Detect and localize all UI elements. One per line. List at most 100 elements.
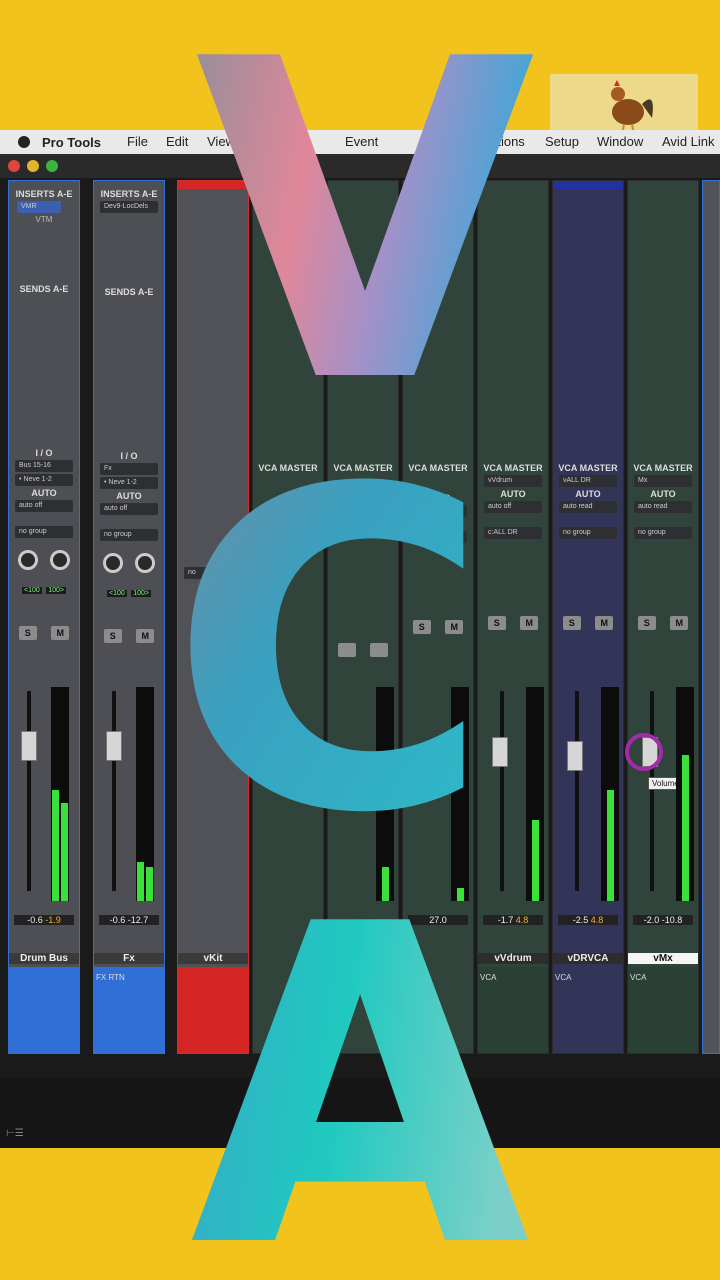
pan-knob-right[interactable]	[50, 550, 71, 570]
solo-button[interactable]: S	[487, 616, 506, 630]
channel-strip-vca-3: VCA MASTER AUTO auto off c:ALL DR S M 27…	[402, 180, 474, 1054]
channel-strip-fx: INSERTS A-E Dev9-LocDels SENDS A-E I / O…	[93, 180, 165, 1054]
menu-app-name[interactable]: Pro Tools	[42, 135, 101, 150]
level-meter	[676, 687, 694, 901]
track-name[interactable]: Fx	[94, 953, 164, 964]
menu-view[interactable]: View	[207, 134, 235, 149]
mute-button[interactable]: M	[51, 626, 70, 640]
group-selector[interactable]: no group	[100, 529, 158, 541]
track-name[interactable]: vVdrum	[478, 953, 548, 964]
mute-button[interactable]: M	[595, 616, 614, 630]
track-name[interactable]: vKit	[178, 953, 248, 964]
pan-knob-left[interactable]	[17, 550, 38, 570]
menu-options[interactable]: Options	[480, 134, 525, 149]
mute-button[interactable]: M	[136, 629, 155, 643]
insert-slot-1[interactable]: Dev9-LocDels	[100, 201, 158, 213]
channel-strip-vmx: VCA MASTER Mx AUTO auto read no group S …	[625, 180, 699, 1054]
menu-edit[interactable]: Edit	[166, 134, 188, 149]
insert-slot-1[interactable]: VMR	[17, 201, 61, 213]
inserts-header: INSERTS A-E	[15, 189, 73, 199]
input-monitor-button[interactable]	[370, 643, 389, 657]
pan-right-value: 100>	[131, 590, 151, 597]
track-name[interactable]: vDRVCA	[553, 953, 623, 964]
menu-bar: Pro Tools File Edit View Event Options S…	[0, 130, 720, 154]
apple-icon[interactable]	[18, 136, 30, 148]
level-meter	[451, 687, 469, 901]
volume-readout[interactable]: -2.0 -10.8	[633, 915, 693, 925]
group-selector[interactable]: no group	[559, 527, 617, 539]
channel-strip-partial	[702, 180, 720, 1054]
automation-mode[interactable]: auto off	[100, 503, 158, 515]
meter-left	[532, 819, 539, 901]
group-selector[interactable]: no	[184, 567, 208, 579]
solo-button[interactable]: S	[412, 620, 431, 634]
track-comment: VCA	[555, 973, 572, 982]
group-selector[interactable]: no group	[634, 527, 692, 539]
volume-fader[interactable]	[492, 737, 508, 767]
auto-label: AUTO	[31, 488, 57, 498]
vca-header: VCA MASTER	[633, 463, 693, 473]
group-selector[interactable]: no group	[15, 526, 73, 538]
vca-header: VCA MASTER	[558, 463, 618, 473]
input-selector[interactable]: Bus 15-16	[15, 460, 73, 472]
volume-readout[interactable]: -0.6 -1.9	[14, 915, 74, 925]
record-button[interactable]	[337, 643, 356, 657]
meter-left	[137, 862, 144, 901]
track-comment: VCA	[480, 973, 497, 982]
menu-setup[interactable]: Setup	[545, 134, 579, 149]
track-name-selected[interactable]: vMx	[628, 953, 698, 964]
volume-fader[interactable]	[21, 731, 37, 761]
input-selector[interactable]: vVdrum	[484, 475, 542, 487]
automation-mode[interactable]: auto off	[484, 501, 542, 513]
pan-right-value: 100>	[46, 587, 66, 594]
mute-button[interactable]: M	[520, 616, 539, 630]
solo-button[interactable]: S	[18, 626, 37, 640]
menu-file[interactable]: File	[127, 134, 148, 149]
volume-readout[interactable]: 27.0	[408, 915, 468, 925]
pan-knob-right[interactable]	[135, 553, 156, 573]
track-name[interactable]: Drum Bus	[9, 953, 79, 964]
mute-button[interactable]: M	[445, 620, 464, 634]
channel-strip-vkit: no vKit	[177, 180, 249, 1054]
mix-window: INSERTS A-E VMR VTM SENDS A-E I / O Bus …	[0, 178, 720, 1078]
volume-readout[interactable]: -2.5 4.8	[558, 915, 618, 925]
auto-label: AUTO	[575, 489, 601, 499]
channel-strip-vca-1: VCA MASTER	[252, 180, 324, 1054]
track-color-block: FX RTN	[94, 967, 164, 1053]
insert-slot-2[interactable]: VTM	[9, 215, 79, 224]
vca-selector[interactable]: c:ALL DR	[484, 527, 542, 539]
input-selector[interactable]: vALL DR	[559, 475, 617, 487]
automation-mode[interactable]: auto off	[409, 505, 467, 517]
pan-knob-left[interactable]	[102, 553, 123, 573]
volume-value: -1.7	[497, 915, 514, 925]
mute-button[interactable]: M	[670, 616, 689, 630]
menu-window[interactable]: Window	[597, 134, 643, 149]
zoom-icon[interactable]	[46, 160, 58, 172]
track-color-bar	[178, 181, 248, 189]
channel-strip-vvdrum: VCA MASTER vVdrum AUTO auto off c:ALL DR…	[477, 180, 549, 1054]
track-comment: VCA	[630, 973, 647, 982]
solo-button[interactable]: S	[637, 616, 656, 630]
automation-mode[interactable]: auto read	[634, 501, 692, 513]
input-selector[interactable]: Fx	[100, 463, 158, 475]
solo-button[interactable]: S	[562, 616, 581, 630]
menu-avid-link[interactable]: Avid Link	[662, 134, 715, 149]
volume-fader[interactable]	[106, 731, 122, 761]
menu-event[interactable]: Event	[345, 134, 378, 149]
level-meter	[601, 687, 619, 901]
mixer-view-icon[interactable]: ⊢☰	[6, 1128, 24, 1139]
automation-mode[interactable]: auto off	[15, 500, 73, 512]
solo-button[interactable]: S	[103, 629, 122, 643]
minimize-icon[interactable]	[27, 160, 39, 172]
pan-left-value: <100	[106, 590, 127, 597]
volume-readout[interactable]: -1.7 4.8	[483, 915, 543, 925]
output-selector[interactable]: • Neve 1-2	[100, 477, 158, 489]
volume-readout[interactable]: -0.6 -12.7	[99, 915, 159, 925]
volume-fader[interactable]	[567, 741, 583, 771]
input-selector[interactable]: Mx	[634, 475, 692, 487]
automation-mode[interactable]: auto read	[559, 501, 617, 513]
meter-left	[52, 789, 59, 901]
output-selector[interactable]: • Neve 1-2	[15, 474, 73, 486]
vca-selector[interactable]: c:ALL DR	[409, 531, 467, 543]
close-icon[interactable]	[8, 160, 20, 172]
